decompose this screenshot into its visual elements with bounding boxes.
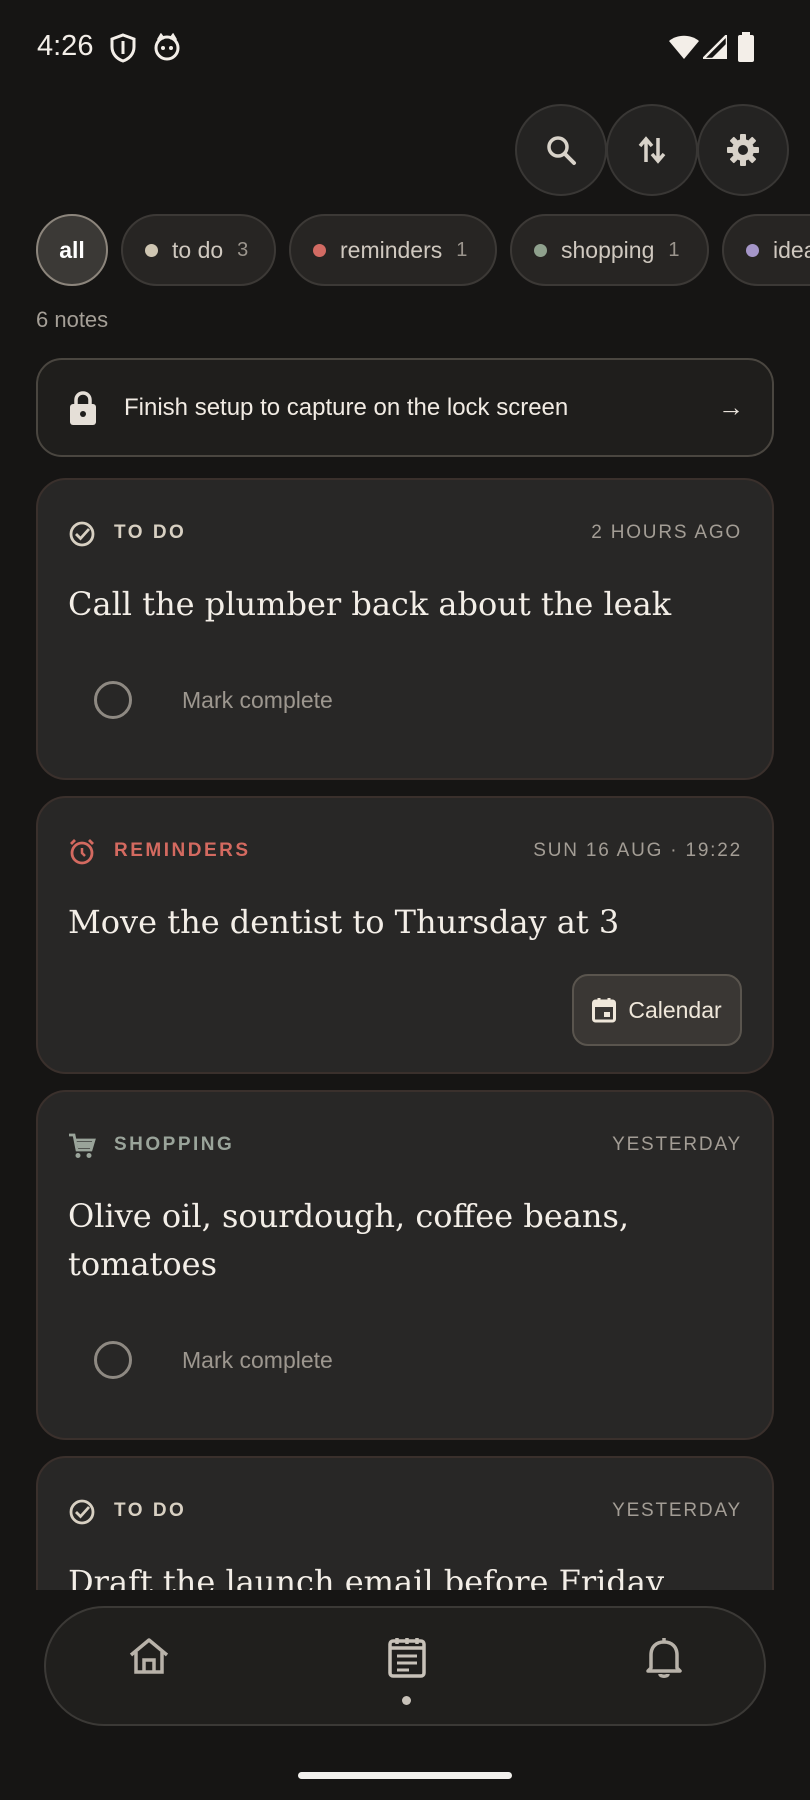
chip-label: shopping	[561, 236, 655, 263]
note-time: 2 HOURS AGO	[591, 522, 742, 543]
circle-checkbox-icon	[94, 681, 132, 719]
calendar-button[interactable]: Calendar	[572, 974, 742, 1046]
chip-label: to do	[172, 236, 224, 263]
chip-label: reminders	[340, 236, 443, 263]
note-category: TO DO	[114, 1500, 187, 1521]
note-title: Call the plumber back about the leak	[68, 585, 672, 623]
chip-count: 3	[237, 238, 249, 261]
chip-dot	[313, 243, 326, 257]
note-category: TO DO	[114, 522, 187, 543]
setup-banner[interactable]: Finish setup to capture on the lock scre…	[36, 358, 774, 457]
gesture-bar[interactable]	[298, 1772, 512, 1779]
filter-chips: all to do 3 reminders 1 shopping 1 ideas	[0, 214, 810, 288]
chip-reminders[interactable]: reminders 1	[289, 214, 497, 286]
bottom-nav	[44, 1606, 766, 1726]
chip-dot	[145, 243, 158, 257]
circle-checkbox-icon	[94, 1341, 132, 1379]
note-card[interactable]: REMINDERS SUN 16 AUG · 19:22 Move the de…	[36, 796, 774, 1074]
settings-button[interactable]	[697, 104, 789, 196]
wifi-icon	[669, 35, 699, 59]
chip-dot	[746, 243, 759, 257]
mark-complete-label: Mark complete	[182, 686, 333, 713]
note-title: Olive oil, sourdough, coffee beans, toma…	[68, 1197, 630, 1283]
chip-label: ideas	[773, 236, 810, 263]
note-time: YESTERDAY	[612, 1134, 742, 1155]
chip-dot	[534, 243, 547, 257]
mark-complete-button[interactable]: Mark complete	[94, 1337, 333, 1383]
chip-count: 1	[668, 238, 680, 261]
notes-icon[interactable]	[387, 1636, 427, 1678]
note-category: SHOPPING	[114, 1134, 235, 1155]
note-category: REMINDERS	[114, 840, 251, 861]
lock-icon	[68, 390, 98, 426]
alarm-clock-icon	[68, 838, 96, 866]
check-circle-icon	[68, 520, 96, 548]
note-time: YESTERDAY	[612, 1500, 742, 1521]
note-card[interactable]: TO DO YESTERDAY Draft the launch email b…	[36, 1456, 774, 1590]
note-card[interactable]: SHOPPING YESTERDAY Olive oil, sourdough,…	[36, 1090, 774, 1440]
mark-complete-button[interactable]: Mark complete	[94, 677, 333, 723]
search-button[interactable]	[515, 104, 607, 196]
calendar-button-label: Calendar	[628, 996, 722, 1023]
chip-to-do[interactable]: to do 3	[121, 214, 276, 286]
chip-shopping[interactable]: shopping 1	[510, 214, 709, 286]
arrow-right-icon: →	[718, 392, 744, 422]
active-indicator	[402, 1696, 411, 1705]
status-bar: 4:26	[0, 0, 810, 98]
sort-button[interactable]	[606, 104, 698, 196]
shopping-cart-icon	[68, 1132, 96, 1160]
signal-icon	[703, 35, 727, 59]
search-icon	[545, 134, 577, 166]
note-card[interactable]: TO DO 2 HOURS AGO Call the plumber back …	[36, 478, 774, 780]
gear-icon	[726, 133, 760, 167]
chip-count: 1	[456, 238, 468, 261]
chip-ideas[interactable]: ideas	[722, 214, 810, 286]
cat-face-icon	[153, 33, 181, 61]
note-title: Move the dentist to Thursday at 3	[68, 903, 620, 941]
notes-list[interactable]: TO DO 2 HOURS AGO Call the plumber back …	[0, 476, 810, 1590]
note-time: SUN 16 AUG · 19:22	[533, 840, 742, 861]
bell-icon[interactable]	[645, 1636, 683, 1678]
status-time: 4:26	[37, 30, 94, 62]
home-icon[interactable]	[128, 1636, 170, 1676]
chip-all[interactable]: all	[36, 214, 108, 286]
calendar-icon	[592, 997, 628, 1023]
sort-icon	[637, 134, 667, 166]
battery-icon	[738, 32, 754, 62]
chip-label: all	[59, 236, 85, 263]
shield-icon	[110, 33, 136, 63]
check-circle-icon	[68, 1498, 96, 1526]
mark-complete-label: Mark complete	[182, 1346, 333, 1373]
notes-count: 6 notes	[36, 307, 109, 332]
note-title: Draft the launch email before Friday	[68, 1563, 665, 1590]
setup-banner-text: Finish setup to capture on the lock scre…	[124, 394, 569, 421]
